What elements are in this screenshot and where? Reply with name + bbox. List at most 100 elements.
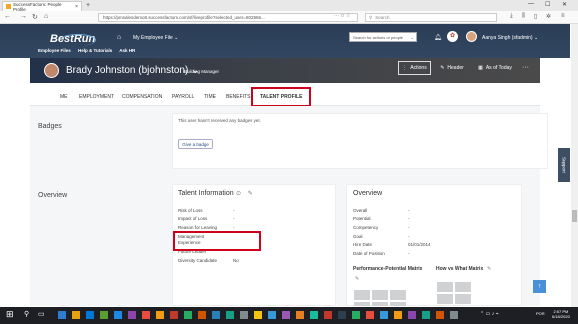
tab-me[interactable]: ME	[60, 94, 68, 100]
search-icon: ⚲	[369, 14, 373, 20]
app-icon[interactable]	[408, 311, 416, 319]
excel-icon[interactable]	[184, 311, 192, 319]
app-icon[interactable]	[324, 311, 332, 319]
app-icon[interactable]	[240, 311, 248, 319]
word-icon[interactable]	[212, 311, 220, 319]
ppm-edit-icon[interactable]: ✎	[355, 276, 359, 282]
app-icon[interactable]	[142, 311, 150, 319]
tab-close-icon[interactable]: ×	[75, 4, 78, 10]
mail-icon[interactable]	[86, 311, 94, 319]
browser-search-input[interactable]: ⚲ Search	[365, 13, 497, 22]
support-tab[interactable]: Support	[558, 148, 570, 182]
taskbar-clock[interactable]: 2:57 PM 6/18/2020	[552, 309, 570, 319]
app-icon[interactable]	[366, 311, 374, 319]
tab-time[interactable]: TIME	[204, 94, 216, 100]
vhw-grid-cell	[455, 294, 471, 304]
field-label-risk-of-loss: Risk of Loss	[178, 208, 203, 213]
app-icon[interactable]	[450, 311, 458, 319]
app-icon[interactable]	[380, 311, 388, 319]
actions-button[interactable]: ⋮ Actions	[398, 61, 431, 75]
app-icon[interactable]	[268, 311, 276, 319]
powerpoint-icon[interactable]	[198, 311, 206, 319]
app-icon[interactable]	[352, 311, 360, 319]
talent-card-icons: ⊙ ✎	[236, 190, 253, 197]
how-vs-what-matrix-title[interactable]: How vs What Matrix	[436, 266, 483, 272]
people-search-input[interactable]: Search for actions or people ⌄	[349, 32, 417, 42]
page-actions-icon[interactable]: ··· ✩ ☆	[334, 13, 350, 19]
tab-benefits[interactable]: BENEFITS	[226, 94, 250, 100]
matrix-edit-icon[interactable]: ✎	[487, 266, 491, 272]
user-name-menu[interactable]: Aanya Singh (sfadmin) ⌄	[482, 35, 538, 41]
more-options-icon[interactable]: ···	[522, 64, 529, 71]
task-view-icon[interactable]: ▭	[38, 310, 45, 318]
give-badge-button[interactable]: Give a badge	[178, 139, 213, 149]
ov-label-competency: Competency	[353, 225, 379, 230]
profile-name[interactable]: Brady Johnston (bjohnston) ⌄	[66, 65, 199, 76]
app-icon[interactable]	[226, 311, 234, 319]
extension-icon[interactable]: ✲	[546, 13, 551, 20]
app-icon[interactable]	[296, 311, 304, 319]
url-bar[interactable]: https://pmsalesdemo8.successfactors.com/…	[98, 13, 358, 22]
scroll-to-top-icon[interactable]: ↑	[533, 280, 546, 293]
employee-files-link[interactable]: Employee Files	[38, 48, 71, 53]
reload-icon[interactable]: ↻	[32, 13, 38, 21]
help-tutorials-link[interactable]: Help & Tutorials	[78, 48, 112, 53]
app-icon[interactable]	[394, 311, 402, 319]
user-avatar[interactable]	[466, 31, 477, 42]
overview-section-title: Overview	[38, 192, 68, 199]
performance-potential-matrix-title[interactable]: Performance-Potential Matrix	[353, 266, 422, 272]
search-icon[interactable]: ⚲	[24, 310, 29, 318]
vhw-grid-cell	[437, 294, 453, 304]
app-icon[interactable]	[422, 311, 430, 319]
as-of-today-button[interactable]: ▦ As of Today	[474, 61, 516, 75]
ask-hr-link[interactable]: Ask HR	[119, 48, 135, 53]
app-icon[interactable]	[310, 311, 318, 319]
url-text: https://pmsalesdemo8.successfactors.com/…	[103, 15, 265, 20]
app-icon[interactable]	[436, 311, 444, 319]
tab-payroll[interactable]: PAYROLL	[172, 94, 194, 100]
ov-label-hire-date: Hire Date	[353, 242, 373, 247]
header-links: Employee Files Help & Tutorials Ask HR	[38, 48, 141, 53]
home-icon[interactable]: ⌂	[117, 34, 121, 41]
app-icon[interactable]	[338, 311, 346, 319]
header-button[interactable]: ✎ Header	[437, 61, 467, 75]
minimize-button[interactable]: —	[528, 1, 534, 7]
browser-search-placeholder: Search	[375, 15, 390, 20]
firefox-icon[interactable]	[156, 311, 164, 319]
app-icon[interactable]	[100, 311, 108, 319]
app-icon[interactable]	[254, 311, 262, 319]
badges-section-title: Badges	[38, 123, 62, 130]
downloads-icon[interactable]: ⤓	[510, 13, 513, 20]
ov-value-date-of-position: -	[408, 251, 410, 256]
sidebar-icon[interactable]: ▯	[534, 13, 537, 20]
maximize-button[interactable]: ☐	[545, 1, 550, 8]
notification-bell-icon[interactable]: 🔔︎	[434, 34, 442, 41]
language-indicator[interactable]: POR	[536, 311, 545, 316]
close-window-button[interactable]: ✕	[562, 1, 567, 8]
tray-icons[interactable]: ⌃ ▭ ♪ ⌁	[480, 311, 499, 317]
app-icon[interactable]	[128, 311, 136, 319]
app-icon[interactable]	[170, 311, 178, 319]
app-icon[interactable]	[282, 311, 290, 319]
edge-icon[interactable]	[58, 311, 66, 319]
page-scrollbar[interactable]	[571, 24, 578, 307]
profile-avatar	[44, 63, 59, 78]
tab-compensation[interactable]: COMPENSATION	[122, 94, 162, 100]
module-menu[interactable]: My Employee File ⌄	[133, 35, 178, 41]
history-icon[interactable]: ⊙	[236, 191, 241, 197]
scrollbar-thumb[interactable]	[572, 210, 577, 222]
menu-icon[interactable]: ≡	[561, 13, 565, 19]
library-icon[interactable]: ⫼	[522, 13, 525, 20]
back-icon[interactable]: ←	[4, 13, 11, 20]
home-browser-icon[interactable]: ⌂	[44, 13, 48, 20]
tab-employment[interactable]: EMPLOYMENT	[79, 94, 114, 100]
edit-pencil-icon[interactable]: ✎	[248, 191, 253, 197]
windows-start-icon[interactable]: ⊞	[6, 309, 14, 320]
new-tab-button[interactable]: +	[86, 2, 90, 9]
app-icon[interactable]	[114, 311, 122, 319]
forward-icon[interactable]: →	[20, 13, 27, 20]
header-label: Header	[447, 65, 464, 71]
browser-tab[interactable]: SuccessFactors: People Profile ×	[2, 1, 82, 12]
badge-icon[interactable]: ✿	[447, 31, 458, 42]
file-explorer-icon[interactable]	[72, 311, 80, 319]
